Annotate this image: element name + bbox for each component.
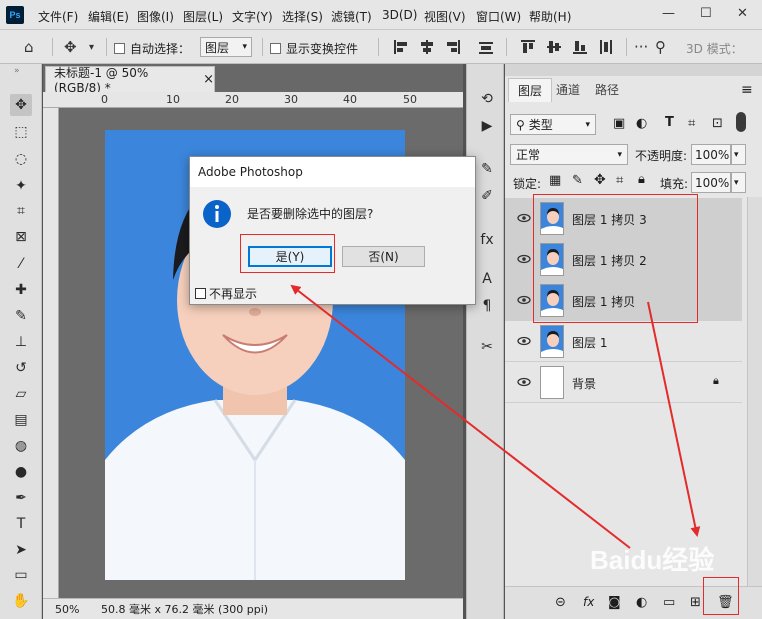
annotation-arrows <box>290 284 701 549</box>
watermark: Baidu经验 <box>590 545 715 575</box>
